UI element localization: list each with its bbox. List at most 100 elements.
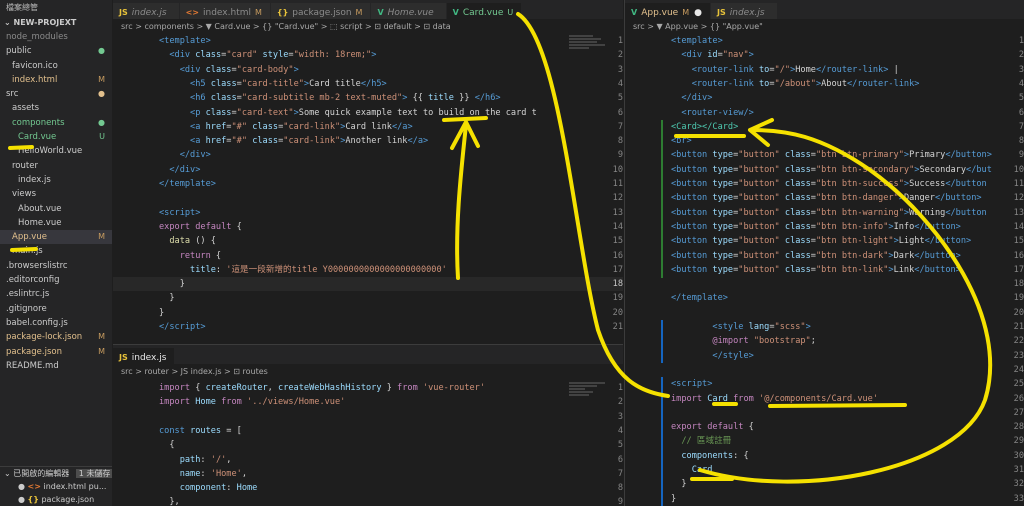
tab-status-badge: M bbox=[254, 8, 262, 17]
tree-item-label: assets bbox=[12, 103, 40, 114]
js-file-icon: JS bbox=[119, 353, 128, 362]
git-status-badge: M bbox=[98, 74, 105, 84]
tab-label: index.js bbox=[131, 353, 167, 363]
tree-item[interactable]: .browserslistrc bbox=[0, 259, 112, 273]
tree-item[interactable]: package-lock.json M bbox=[0, 330, 112, 344]
tree-item[interactable]: index.html M bbox=[0, 73, 112, 87]
tree-item[interactable]: .eslintrc.js bbox=[0, 287, 112, 301]
code-line: 9 }, bbox=[159, 497, 623, 506]
tree-item[interactable]: README.md bbox=[0, 359, 112, 373]
code-line: 11 </template> bbox=[159, 179, 623, 189]
tab-index-js[interactable]: JS index.js bbox=[113, 348, 176, 364]
tree-item[interactable]: public ● bbox=[0, 44, 112, 58]
code-line: 6 <p class="card-text">Some quick exampl… bbox=[190, 107, 623, 118]
file-type-icon: V bbox=[452, 8, 459, 17]
code-area[interactable]: 1 <template> 2 <div class="card" style="w… bbox=[113, 34, 623, 343]
tree-item-label: Card.vue bbox=[18, 132, 57, 143]
minimap[interactable] bbox=[975, 34, 1015, 74]
code-area[interactable]: 1 <template> 2 <div id="nav"> 3 <router-l… bbox=[625, 34, 1024, 506]
open-editors-title: 已開啟的編輯器 bbox=[13, 469, 70, 478]
tree-item[interactable]: .gitignore bbox=[0, 302, 112, 316]
code-line: 20 bbox=[1013, 307, 1024, 318]
tab-status-badge: M bbox=[355, 8, 363, 17]
code-line: 15 <button type="button" class="btn btn-l… bbox=[671, 236, 1024, 247]
code-line-current: 18 } bbox=[113, 277, 623, 292]
tab-label: index.js bbox=[729, 8, 765, 18]
open-editors-panel: ⌄ 已開啟的編輯器 1 未儲存 ● <> index.html pu... ● … bbox=[0, 466, 112, 506]
tree-item-label: Home.vue bbox=[18, 217, 62, 228]
minimap[interactable] bbox=[569, 34, 609, 74]
tab-home-vue[interactable]: V Home.vue bbox=[371, 3, 447, 19]
tab-app-vue[interactable]: V App.vue M ● bbox=[625, 3, 711, 19]
code-line: 23 </style> bbox=[712, 350, 1024, 361]
tree-item[interactable]: babel.config.js bbox=[0, 316, 112, 330]
tab-package-json[interactable]: {} package.json M bbox=[270, 3, 372, 19]
code-area[interactable]: 1 import { createRouter, createWebHashHis… bbox=[113, 381, 623, 506]
project-name: NEW-PROJEXT bbox=[13, 18, 77, 27]
tree-item-label: index.html bbox=[12, 74, 58, 85]
tree-item[interactable]: .editorconfig bbox=[0, 273, 112, 287]
code-line: 30 components: { bbox=[681, 450, 1024, 461]
code-line: 5 </div> bbox=[681, 93, 1024, 104]
open-editor-item[interactable]: ● <> index.html pu... bbox=[0, 480, 112, 493]
tree-item-label: README.md bbox=[6, 360, 59, 371]
tree-item[interactable]: components ● bbox=[0, 116, 112, 130]
code-line: 13 <button type="button" class="btn btn-w… bbox=[671, 207, 1024, 218]
tab-label: package.json bbox=[292, 8, 352, 18]
unsaved-dot-icon[interactable]: ● bbox=[694, 8, 702, 18]
tree-item[interactable]: App.vue M bbox=[0, 230, 112, 245]
tab-index-js[interactable]: JS index.js bbox=[113, 3, 180, 19]
tree-item-label: public bbox=[6, 46, 32, 57]
code-line: 16 return { bbox=[179, 250, 623, 261]
code-line: 3 <router-link to="/">Home</router-link>… bbox=[691, 64, 1024, 75]
tree-item[interactable]: router bbox=[0, 159, 112, 173]
git-status-badge: ● bbox=[98, 89, 105, 99]
code-line: 9 </div> bbox=[179, 150, 623, 161]
tab-label: Card.vue bbox=[462, 8, 504, 18]
code-line: 1 import { createRouter, createWebHashHis… bbox=[159, 383, 623, 393]
tree-item-label: index.js bbox=[18, 174, 51, 185]
tree-item[interactable]: Home.vue bbox=[0, 216, 112, 230]
tree-item[interactable]: assets bbox=[0, 101, 112, 115]
tree-item[interactable]: views bbox=[0, 187, 112, 201]
minimap[interactable] bbox=[569, 381, 609, 421]
tree-item-label: src bbox=[6, 89, 19, 100]
tree-item-label: views bbox=[12, 189, 37, 200]
tree-item[interactable]: Card.vue U bbox=[0, 130, 112, 144]
code-line: 3 <div class="card-body"> bbox=[179, 64, 623, 75]
tree-item[interactable]: src ● bbox=[0, 87, 112, 101]
git-status-badge: M bbox=[98, 346, 105, 356]
tab-index-js[interactable]: JS index.js bbox=[710, 3, 778, 19]
editor-index-js: JS index.js src > router > JS index.js > … bbox=[113, 344, 623, 506]
project-folder[interactable]: ⌄ NEW-PROJEXT bbox=[0, 16, 112, 30]
tab-card-vue[interactable]: V Card.vue U bbox=[446, 3, 523, 19]
file-type-icon: <> bbox=[185, 8, 199, 17]
tab-index-html[interactable]: <> index.html M bbox=[179, 3, 271, 19]
tree-item-label: .browserslistrc bbox=[6, 260, 68, 271]
tree-item[interactable]: favicon.ico bbox=[0, 59, 112, 73]
code-line: 2 <div id="nav"> bbox=[681, 50, 1024, 61]
editor-tabs: JS index.js <> index.html M{} package.json M V H… bbox=[113, 0, 623, 19]
code-line: 8 <a href="#" class="card-link">Another … bbox=[190, 136, 623, 147]
open-editor-item[interactable]: ● {} package.json bbox=[0, 493, 112, 506]
tree-item[interactable]: HelloWorld.vue bbox=[0, 144, 112, 158]
file-type-icon: V bbox=[377, 8, 384, 17]
code-line: 7 <Card></Card> bbox=[671, 121, 1024, 132]
tree-item[interactable]: node_modules bbox=[0, 30, 112, 44]
editor-tabs: V App.vue M ● JS index.js bbox=[625, 0, 1024, 19]
code-line: 7 <a href="#" class="card-link">Card lin… bbox=[190, 121, 623, 132]
file-type-icon: JS bbox=[716, 8, 726, 17]
tree-item[interactable]: package.json M bbox=[0, 345, 112, 359]
file-type-icon: V bbox=[631, 8, 638, 17]
tree-item[interactable]: index.js bbox=[0, 173, 112, 187]
git-status-badge: U bbox=[99, 132, 105, 142]
tree-item[interactable]: About.vue bbox=[0, 202, 112, 216]
open-editors-header[interactable]: ⌄ 已開啟的編輯器 1 未儲存 bbox=[0, 467, 112, 480]
code-line: 13 <script> bbox=[159, 207, 623, 218]
tree-item[interactable]: main.js bbox=[0, 244, 112, 258]
unsaved-badge: 1 未儲存 bbox=[75, 469, 112, 478]
tab-label: index.html bbox=[203, 8, 251, 18]
code-line: 21 <style lang="scss"> bbox=[712, 322, 1024, 332]
code-line: 19 </template> bbox=[671, 293, 1024, 304]
code-line: 29 // 區域註冊 bbox=[681, 436, 1024, 447]
